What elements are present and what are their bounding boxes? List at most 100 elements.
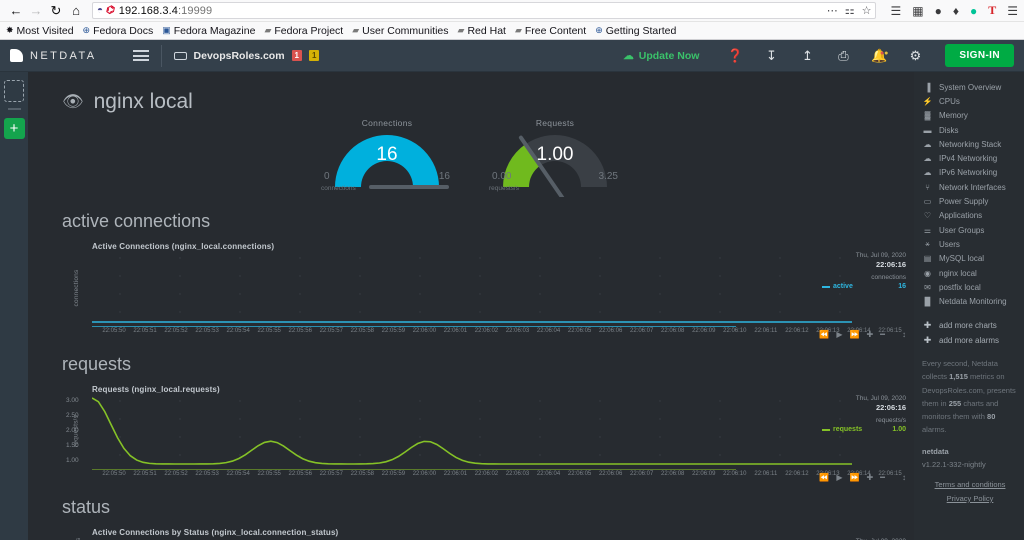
sidebar-item-networking-stack[interactable]: ☁ Networking Stack: [922, 137, 1024, 151]
chart-toolbar[interactable]: ⏪ ▶ ⏩ ✚ ━ ↕: [819, 330, 906, 339]
bookmark-item[interactable]: ▣ Fedora Magazine: [162, 25, 255, 37]
chart-requests[interactable]: Requests (nginx_local.requests) requests/…: [62, 385, 914, 482]
sidebar-item-disks[interactable]: ▬ Disks: [922, 123, 1024, 137]
folder-icon: ▰: [457, 25, 465, 35]
divider: [7, 108, 21, 110]
privacy-link[interactable]: Privacy Policy: [922, 494, 1018, 503]
sidebar-item-ipv4-networking[interactable]: ☁ IPv4 Networking: [922, 151, 1024, 165]
gauge-requests[interactable]: Requests 1.00 0.00 3.25 requests/s: [489, 118, 621, 197]
add-button[interactable]: +: [3, 118, 25, 139]
chart-connections[interactable]: Active Connections (nginx_local.connecti…: [62, 242, 914, 339]
resize-handle-icon[interactable]: ↕: [902, 473, 906, 482]
gear-icon[interactable]: ⚙: [897, 48, 933, 64]
gauge-connections[interactable]: Connections 16 0 16 connections: [321, 118, 453, 197]
dashboard-main: 👁 nginx local Connections 16 0 16 connection…: [28, 72, 914, 540]
forward-icon[interactable]: ⏩: [850, 330, 860, 339]
update-now-button[interactable]: ☁ Update Now: [623, 50, 699, 62]
chart-placeholder[interactable]: [4, 80, 24, 102]
user-icon: ⚹: [925, 239, 930, 249]
home-icon[interactable]: ⌂: [66, 2, 86, 20]
section-status: status Active Connections by Status (ngin…: [28, 497, 914, 540]
sidebar-item-user-groups[interactable]: ⚌ User Groups: [922, 223, 1024, 237]
sidebar-item-nginx-local[interactable]: ◉ nginx local: [922, 266, 1024, 280]
sidebar-item-system-overview[interactable]: ▐ System Overview: [922, 80, 1024, 94]
sidebar-item-cpus[interactable]: ⚡ CPUs: [922, 94, 1024, 108]
legend-row[interactable]: active 16: [822, 283, 906, 292]
sidebar-item-power-supply[interactable]: ▭ Power Supply: [922, 194, 1024, 208]
ellipsis-icon[interactable]: ⋯: [827, 4, 838, 17]
url-bar[interactable]: ◓ ⌬ 192.168.3.4:19999 ⋯ ⚏ ☆: [92, 2, 877, 19]
reader-view-icon[interactable]: ⚏: [845, 4, 855, 17]
sidebar-item-netdata-monitoring[interactable]: █ Netdata Monitoring: [922, 294, 1024, 308]
bookmark-item[interactable]: ▰ Fedora Project: [264, 25, 343, 37]
forward-icon[interactable]: ⏩: [850, 473, 860, 482]
sidebar-icon[interactable]: ▦: [912, 4, 923, 18]
y-tick: 2.50: [66, 412, 79, 419]
rewind-icon[interactable]: ⏪: [819, 473, 829, 482]
zoom-in-icon[interactable]: ✚: [866, 473, 873, 482]
bookmark-item[interactable]: ⊕ Getting Started: [595, 25, 676, 37]
import-icon[interactable]: ↧: [753, 48, 789, 64]
bookmark-label: Most Visited: [16, 24, 74, 37]
sidebar-item-network-interfaces[interactable]: ⑂ Network Interfaces: [922, 180, 1024, 194]
terms-link[interactable]: Terms and conditions: [922, 480, 1018, 489]
zoom-out-icon[interactable]: ━: [880, 473, 885, 482]
sidebar-item-users[interactable]: ⚹ Users: [922, 237, 1024, 251]
sidebar-item-mysql-local[interactable]: ▤ MySQL local: [922, 252, 1024, 266]
library-icon[interactable]: ☰: [890, 4, 901, 18]
chart-toolbar[interactable]: ⏪ ▶ ⏩ ✚ ━ ↕: [819, 473, 906, 482]
pocket-icon[interactable]: ♦: [953, 4, 959, 18]
warning-alarm-badge[interactable]: 1: [309, 50, 320, 61]
sidebar-item-memory[interactable]: ▓ Memory: [922, 109, 1024, 123]
bookmark-item[interactable]: ⊕ Fedora Docs: [83, 25, 154, 37]
globe-icon: ⊕: [82, 25, 91, 35]
menu-toggle-icon[interactable]: [132, 50, 149, 61]
theme-icon[interactable]: T: [988, 3, 996, 18]
chart-caption: Active Connections by Status (nginx_loca…: [92, 528, 339, 537]
rewind-icon[interactable]: ⏪: [819, 330, 829, 339]
section-connections: active connections Active Connections (ng…: [28, 211, 914, 339]
account-icon[interactable]: ●: [935, 4, 942, 18]
sidebar-item-label: User Groups: [939, 225, 985, 235]
forward-arrow-icon[interactable]: →: [26, 2, 46, 20]
menu-icon[interactable]: ☰: [1007, 4, 1018, 18]
bookmark-item[interactable]: ▰ Red Hat: [458, 25, 506, 37]
bookmark-item[interactable]: ✸ Most Visited: [6, 25, 74, 37]
legend-row[interactable]: requests 1.00: [822, 426, 906, 435]
add-more-alarms-button[interactable]: ✚ add more alarms: [922, 333, 1024, 347]
host-selector[interactable]: DevopsRoles.com 1 1: [173, 50, 320, 62]
x-tick: 22:06:10: [723, 471, 747, 477]
x-tick: 22:06:04: [536, 471, 561, 477]
alarms-bell-icon[interactable]: 🔔 ●●: [861, 48, 897, 64]
y-axis-label: connections: [72, 269, 80, 307]
critical-alarm-badge[interactable]: 1: [291, 50, 302, 61]
sidebar-item-label: IPv6 Networking: [939, 168, 998, 178]
envelope-icon: ✉: [924, 282, 931, 292]
extension-icon[interactable]: ●: [970, 4, 977, 18]
section-heading: active connections: [62, 211, 211, 231]
zoom-out-icon[interactable]: ━: [880, 330, 885, 339]
help-icon[interactable]: ❓: [717, 48, 753, 64]
add-more-charts-button[interactable]: ✚ add more charts: [922, 319, 1024, 333]
sidebar-item-postfix-local[interactable]: ✉ postfix local: [922, 280, 1024, 294]
play-icon[interactable]: ▶: [836, 330, 842, 339]
sidebar-item-label: Disks: [939, 125, 959, 135]
bookmark-item[interactable]: ▰ User Communities: [352, 25, 448, 37]
zoom-in-icon[interactable]: ✚: [866, 330, 873, 339]
bookmark-item[interactable]: ▰ Free Content: [515, 25, 586, 37]
sidebar-item-label: Network Interfaces: [939, 182, 1006, 192]
export-icon[interactable]: ↥: [789, 48, 825, 64]
back-arrow-icon[interactable]: ←: [6, 2, 26, 20]
x-tick: 22:05:57: [319, 471, 343, 477]
chart-status[interactable]: Active Connections by Status (nginx_loca…: [62, 528, 914, 540]
resize-handle-icon[interactable]: ↕: [902, 330, 906, 339]
reload-icon[interactable]: ↻: [46, 2, 66, 20]
star-icon[interactable]: ☆: [862, 4, 872, 17]
play-icon[interactable]: ▶: [836, 473, 842, 482]
x-tick: 22:06:01: [443, 328, 468, 334]
print-icon[interactable]: ⎙: [825, 48, 861, 64]
netdata-brand[interactable]: NETDATA: [10, 49, 97, 62]
sidebar-item-applications[interactable]: ♡ Applications: [922, 209, 1024, 223]
sign-in-button[interactable]: SIGN-IN: [945, 44, 1014, 67]
sidebar-item-ipv6-networking[interactable]: ☁ IPv6 Networking: [922, 166, 1024, 180]
